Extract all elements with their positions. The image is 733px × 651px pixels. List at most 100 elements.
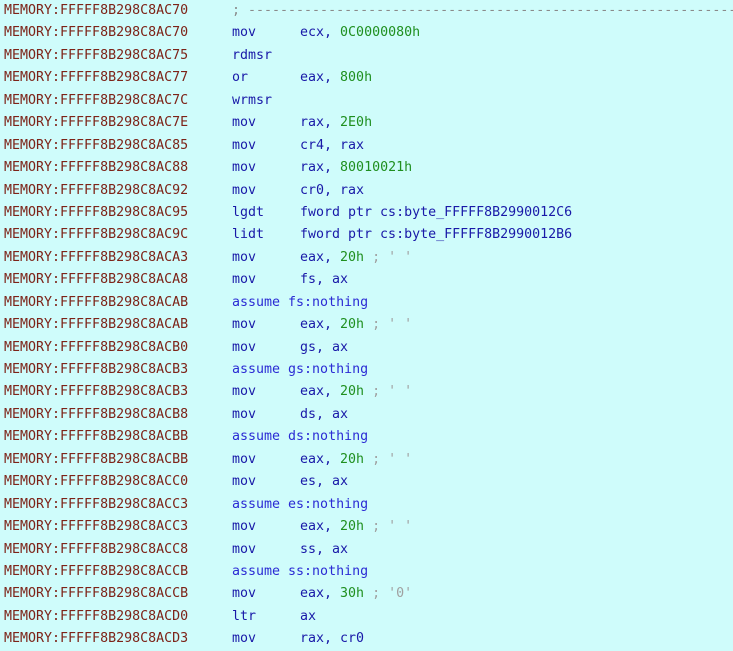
instruction-mnemonic[interactable]: mov <box>232 516 256 538</box>
operand-text[interactable]: gs, ax <box>300 340 348 355</box>
instruction-mnemonic[interactable]: mov <box>232 180 256 202</box>
disassembly-line[interactable]: MEMORY:FFFFF8B298C8AC85 mov cr4, rax <box>0 135 733 157</box>
operand-text[interactable]: eax, <box>300 452 332 467</box>
operand-text[interactable]: eax, <box>300 317 332 332</box>
disassembly-line[interactable]: MEMORY:FFFFF8B298C8AC9C lidt fword ptr cs:… <box>0 224 733 246</box>
disassembly-line[interactable]: MEMORY:FFFFF8B298C8ACD3 mov rax, cr0 <box>0 628 733 650</box>
disassembly-line[interactable]: MEMORY:FFFFF8B298C8ACB3 mov eax, 20h ; ' ' <box>0 381 733 403</box>
immediate-value[interactable]: 20h <box>340 452 364 467</box>
immediate-value[interactable]: 80010021h <box>340 160 412 175</box>
operand-text[interactable]: fs, ax <box>300 272 348 287</box>
disassembly-line[interactable]: MEMORY:FFFFF8B298C8ACA8 mov fs, ax <box>0 269 733 291</box>
instruction-operands[interactable]: eax, 800h <box>300 67 372 89</box>
operand-text[interactable]: cr0, rax <box>300 183 364 198</box>
disassembly-line[interactable]: MEMORY:FFFFF8B298C8AC77 or eax, 800h <box>0 67 733 89</box>
disassembly-line[interactable]: MEMORY:FFFFF8B298C8ACCB mov eax, 30h ; '0' <box>0 583 733 605</box>
operand-text[interactable]: fword ptr cs:byte_FFFFF8B2990012B6 <box>300 227 572 242</box>
operand-text[interactable]: rax, <box>300 160 332 175</box>
disassembly-line[interactable]: MEMORY:FFFFF8B298C8ACD0 ltr ax <box>0 606 733 628</box>
operand-text[interactable]: ecx, <box>300 25 332 40</box>
instruction-operands[interactable]: fs, ax <box>300 269 348 291</box>
instruction-operands[interactable]: ecx, 0C0000080h <box>300 22 420 44</box>
instruction-operands[interactable]: gs, ax <box>300 337 348 359</box>
disassembly-view[interactable]: MEMORY:FFFFF8B298C8AC70 ; ---------------… <box>0 0 733 651</box>
instruction-mnemonic[interactable]: mov <box>232 135 256 157</box>
instruction-mnemonic[interactable]: mov <box>232 404 256 426</box>
operand-text[interactable]: ax <box>300 609 316 624</box>
instruction-operands[interactable]: cr4, rax <box>300 135 364 157</box>
disassembly-line[interactable]: MEMORY:FFFFF8B298C8ACC3 mov eax, 20h ; ' ' <box>0 516 733 538</box>
instruction-operands[interactable]: ds, ax <box>300 404 348 426</box>
immediate-value[interactable]: 2E0h <box>340 115 372 130</box>
inline-comment[interactable]: ; ' ' <box>372 250 412 265</box>
instruction-mnemonic[interactable]: rdmsr <box>232 45 272 67</box>
instruction-mnemonic[interactable]: mov <box>232 157 256 179</box>
instruction-mnemonic[interactable]: mov <box>232 381 256 403</box>
disassembly-line[interactable]: MEMORY:FFFFF8B298C8ACBB assume ds:nothing <box>0 426 733 448</box>
operand-text[interactable]: eax, <box>300 250 332 265</box>
instruction-operands[interactable]: eax, 20h ; ' ' <box>300 247 412 269</box>
instruction-operands[interactable]: rax, 80010021h <box>300 157 412 179</box>
instruction-mnemonic[interactable]: mov <box>232 314 256 336</box>
immediate-value[interactable]: 0C0000080h <box>340 25 420 40</box>
instruction-mnemonic[interactable]: mov <box>232 583 256 605</box>
immediate-value[interactable]: 20h <box>340 317 364 332</box>
instruction-operands[interactable]: eax, 20h ; ' ' <box>300 314 412 336</box>
operand-text[interactable]: ds, ax <box>300 407 348 422</box>
inline-comment[interactable]: ; '0' <box>372 586 412 601</box>
disassembly-line[interactable]: MEMORY:FFFFF8B298C8ACB8 mov ds, ax <box>0 404 733 426</box>
inline-comment[interactable]: ; ' ' <box>372 384 412 399</box>
instruction-mnemonic[interactable]: mov <box>232 628 256 650</box>
operand-text[interactable]: eax, <box>300 70 332 85</box>
operand-text[interactable]: fword ptr cs:byte_FFFFF8B2990012C6 <box>300 205 572 220</box>
inline-comment[interactable]: ; ' ' <box>372 317 412 332</box>
disassembly-line[interactable]: MEMORY:FFFFF8B298C8ACB0 mov gs, ax <box>0 337 733 359</box>
instruction-mnemonic[interactable]: mov <box>232 247 256 269</box>
operand-text[interactable]: rax, cr0 <box>300 631 364 646</box>
operand-text[interactable]: eax, <box>300 586 332 601</box>
immediate-value[interactable]: 20h <box>340 384 364 399</box>
instruction-operands[interactable]: eax, 20h ; ' ' <box>300 516 412 538</box>
instruction-operands[interactable]: fword ptr cs:byte_FFFFF8B2990012B6 <box>300 224 572 246</box>
disassembly-line[interactable]: MEMORY:FFFFF8B298C8ACCB assume ss:nothing <box>0 561 733 583</box>
disassembly-line[interactable]: MEMORY:FFFFF8B298C8AC92 mov cr0, rax <box>0 180 733 202</box>
disassembly-line[interactable]: MEMORY:FFFFF8B298C8AC70 mov ecx, 0C0000080… <box>0 22 733 44</box>
instruction-mnemonic[interactable]: wrmsr <box>232 90 272 112</box>
inline-comment[interactable]: ; ' ' <box>372 519 412 534</box>
immediate-value[interactable]: 20h <box>340 519 364 534</box>
instruction-mnemonic[interactable]: lidt <box>232 224 264 246</box>
disassembly-line[interactable]: MEMORY:FFFFF8B298C8AC70 ; ---------------… <box>0 0 733 22</box>
operand-text[interactable]: es, ax <box>300 474 348 489</box>
instruction-operands[interactable]: rax, 2E0h <box>300 112 372 134</box>
instruction-operands[interactable]: fword ptr cs:byte_FFFFF8B2990012C6 <box>300 202 572 224</box>
instruction-mnemonic[interactable]: mov <box>232 112 256 134</box>
disassembly-line[interactable]: MEMORY:FFFFF8B298C8ACBB mov eax, 20h ; ' ' <box>0 449 733 471</box>
disassembly-line[interactable]: MEMORY:FFFFF8B298C8AC88 mov rax, 80010021h <box>0 157 733 179</box>
instruction-mnemonic[interactable]: mov <box>232 471 256 493</box>
instruction-operands[interactable]: eax, 20h ; ' ' <box>300 381 412 403</box>
disassembly-line[interactable]: MEMORY:FFFFF8B298C8AC95 lgdt fword ptr cs:… <box>0 202 733 224</box>
disassembly-line[interactable]: MEMORY:FFFFF8B298C8ACB3 assume gs:nothing <box>0 359 733 381</box>
disassembly-line[interactable]: MEMORY:FFFFF8B298C8AC75 rdmsr <box>0 45 733 67</box>
inline-comment[interactable]: ; ' ' <box>372 452 412 467</box>
instruction-mnemonic[interactable]: mov <box>232 449 256 471</box>
instruction-mnemonic[interactable]: lgdt <box>232 202 264 224</box>
operand-text[interactable]: eax, <box>300 519 332 534</box>
operand-text[interactable]: rax, <box>300 115 332 130</box>
instruction-operands[interactable]: cr0, rax <box>300 180 364 202</box>
disassembly-line[interactable]: MEMORY:FFFFF8B298C8ACA3 mov eax, 20h ; ' ' <box>0 247 733 269</box>
disassembly-line[interactable]: MEMORY:FFFFF8B298C8AC7E mov rax, 2E0h <box>0 112 733 134</box>
disassembly-line[interactable]: MEMORY:FFFFF8B298C8ACAB assume fs:nothing <box>0 292 733 314</box>
instruction-operands[interactable]: rax, cr0 <box>300 628 364 650</box>
disassembly-line[interactable]: MEMORY:FFFFF8B298C8ACC8 mov ss, ax <box>0 539 733 561</box>
disassembly-line[interactable]: MEMORY:FFFFF8B298C8AC7C wrmsr <box>0 90 733 112</box>
instruction-mnemonic[interactable]: ltr <box>232 606 256 628</box>
immediate-value[interactable]: 20h <box>340 250 364 265</box>
instruction-mnemonic[interactable]: mov <box>232 539 256 561</box>
instruction-operands[interactable]: eax, 30h ; '0' <box>300 583 412 605</box>
instruction-mnemonic[interactable]: mov <box>232 269 256 291</box>
disassembly-line[interactable]: MEMORY:FFFFF8B298C8ACC0 mov es, ax <box>0 471 733 493</box>
disassembly-line[interactable]: MEMORY:FFFFF8B298C8ACC3 assume es:nothing <box>0 494 733 516</box>
operand-text[interactable]: ss, ax <box>300 542 348 557</box>
instruction-mnemonic[interactable]: mov <box>232 22 256 44</box>
